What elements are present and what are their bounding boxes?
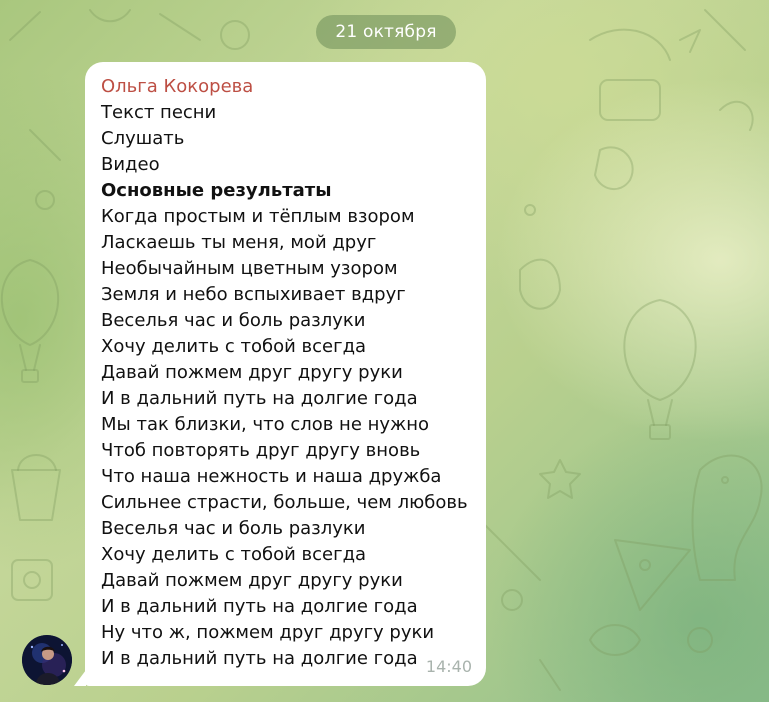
- message-line: Земля и небо вспыхивает вдруг: [101, 284, 406, 305]
- message-line: Слушать: [101, 128, 185, 149]
- message-bubble[interactable]: Ольга Кокорева Текст песни Слушать Видео…: [85, 62, 486, 686]
- message-line: Хочу делить с тобой всегда: [101, 544, 367, 565]
- message-line: Ну что ж, пожмем друг другу руки: [101, 622, 435, 643]
- message-line: Мы так близки, что слов не нужно: [101, 414, 430, 435]
- message-line: Давай пожмем друг другу руки: [101, 362, 403, 383]
- message-line: И в дальний путь на долгие года: [101, 596, 418, 617]
- message-line: И в дальний путь на долгие года: [101, 388, 418, 409]
- message-line: Чтоб повторять друг другу вновь: [101, 440, 421, 461]
- message-line: Когда простым и тёплым взором: [101, 206, 415, 227]
- message-line: И в дальний путь на долгие года: [101, 648, 418, 669]
- date-separator: 21 октября: [316, 15, 456, 49]
- message-line: Текст песни: [101, 102, 217, 123]
- sender-name[interactable]: Ольга Кокорева: [101, 74, 470, 100]
- message-line: Что наша нежность и наша дружба: [101, 466, 442, 487]
- message-line: Давай пожмем друг другу руки: [101, 570, 403, 591]
- message-line-heading: Основные результаты: [101, 180, 332, 201]
- message-time: 14:40: [425, 657, 472, 676]
- message-line: Хочу делить с тобой всегда: [101, 336, 367, 357]
- message-line: Сильнее страсти, больше, чем любовь: [101, 492, 468, 513]
- sender-avatar[interactable]: [22, 635, 72, 685]
- message-line: Веселья час и боль разлуки: [101, 518, 366, 539]
- message-line: Необычайным цветным узором: [101, 258, 398, 279]
- message-line: Ласкаешь ты меня, мой друг: [101, 232, 377, 253]
- message-line: Веселья час и боль разлуки: [101, 310, 366, 331]
- user-avatar-icon: [22, 635, 72, 685]
- message-line: Видео: [101, 154, 160, 175]
